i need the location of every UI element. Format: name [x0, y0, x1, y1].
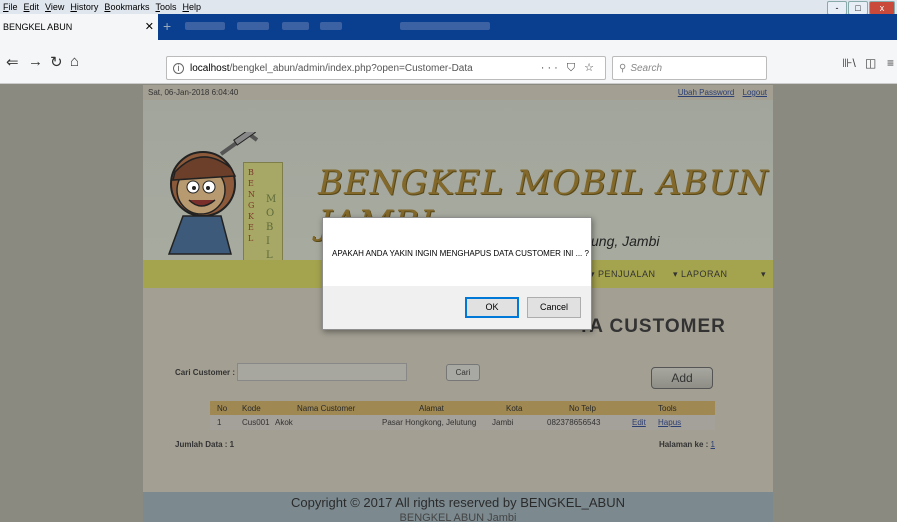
- menu-penjualan[interactable]: ▾ PENJUALAN: [590, 269, 656, 280]
- pagination: Halaman ke : 1: [659, 440, 715, 449]
- menu-history[interactable]: History: [70, 2, 98, 12]
- cell-kode: Cus001: [242, 418, 270, 427]
- menu-bar: File Edit View History Bookmarks Tools H…: [0, 0, 897, 15]
- cell-kota: Jambi: [492, 418, 514, 427]
- menu-view[interactable]: View: [45, 2, 64, 12]
- menu-file[interactable]: File: [3, 2, 18, 12]
- search-input[interactable]: ⚲ Search: [612, 56, 767, 80]
- tab-strip: BENGKEL ABUN ✕ +: [0, 14, 897, 40]
- change-password-link[interactable]: Ubah Password: [678, 88, 734, 97]
- cancel-button[interactable]: Cancel: [527, 297, 581, 318]
- forward-icon[interactable]: →: [28, 53, 43, 70]
- background-tab[interactable]: [185, 22, 225, 30]
- logout-link[interactable]: Logout: [743, 88, 767, 97]
- tab-title: BENGKEL ABUN: [3, 22, 73, 32]
- hamburger-menu-icon[interactable]: ≡: [887, 56, 894, 70]
- window-controls: - □ x: [827, 1, 895, 15]
- search-label: Cari Customer :: [175, 367, 236, 377]
- url-bar[interactable]: i localhost/bengkel_abun/admin/index.php…: [166, 56, 606, 80]
- table-row: 1 Cus001 Akok Pasar Hongkong, Jelutung J…: [210, 415, 715, 430]
- top-links: Ubah Password Logout: [672, 88, 767, 97]
- menu-laporan[interactable]: ▾ LAPORAN: [673, 269, 728, 280]
- logo-card-letters: BENGKEL: [248, 168, 255, 243]
- tab-bengkel-abun[interactable]: BENGKEL ABUN ✕: [0, 14, 158, 40]
- header-tools: Tools: [658, 403, 677, 413]
- page-actions-icon[interactable]: ··· ⛉ ☆: [541, 61, 597, 75]
- library-icon[interactable]: ⊪\: [842, 56, 856, 70]
- dialog-message: APAKAH ANDA YAKIN INGIN MENGHAPUS DATA C…: [332, 249, 589, 258]
- site-footer: Copyright © 2017 All rights reserved by …: [143, 492, 773, 522]
- footer-line2: BENGKEL ABUN Jambi: [399, 512, 517, 522]
- sidebar-icon[interactable]: ◫: [865, 56, 876, 70]
- close-window-button[interactable]: x: [869, 1, 895, 15]
- back-icon[interactable]: ⇐: [6, 53, 19, 71]
- new-tab-button[interactable]: +: [163, 18, 171, 34]
- confirm-dialog: APAKAH ANDA YAKIN INGIN MENGHAPUS DATA C…: [322, 217, 592, 330]
- edit-link[interactable]: Edit: [632, 418, 646, 427]
- background-tab[interactable]: [237, 22, 269, 30]
- customer-search-input[interactable]: [237, 363, 408, 381]
- cari-button[interactable]: Cari: [446, 364, 480, 381]
- navigation-toolbar: ⇐ → ↻ ⌂ i localhost/bengkel_abun/admin/i…: [0, 40, 897, 84]
- cell-nama: Akok: [275, 418, 293, 427]
- reload-icon[interactable]: ↻: [50, 53, 63, 71]
- table-header: No Kode Nama Customer Alamat Kota No Tel…: [210, 401, 715, 415]
- add-button[interactable]: Add: [651, 367, 713, 389]
- hapus-link[interactable]: Hapus: [658, 418, 681, 427]
- site-subtitle: ung, Jambi: [591, 233, 660, 249]
- cell-telp: 082378656543: [547, 418, 601, 427]
- maximize-button[interactable]: □: [848, 1, 868, 15]
- url-host: localhost: [190, 62, 230, 74]
- info-icon[interactable]: i: [173, 62, 184, 74]
- dialog-message-area: APAKAH ANDA YAKIN INGIN MENGHAPUS DATA C…: [323, 218, 591, 286]
- header-alamat: Alamat: [419, 403, 444, 413]
- customer-search-row: Cari Customer :: [175, 363, 408, 381]
- cell-tools: Edit Hapus: [632, 418, 714, 427]
- menu-edit[interactable]: Edit: [24, 2, 40, 12]
- menu-bookmarks[interactable]: Bookmarks: [104, 2, 149, 12]
- footer-copyright: Copyright © 2017 All rights reserved by …: [290, 495, 625, 510]
- header-kota: Kota: [506, 403, 523, 413]
- home-icon[interactable]: ⌂: [70, 53, 79, 70]
- search-placeholder: Search: [630, 62, 663, 74]
- header-kode: Kode: [242, 403, 261, 413]
- header-no: No: [217, 403, 228, 413]
- tab-close-icon[interactable]: ✕: [145, 20, 154, 33]
- halaman-label: Halaman ke :: [658, 440, 709, 449]
- background-tab[interactable]: [320, 22, 342, 30]
- search-icon: ⚲: [619, 62, 627, 74]
- page-title: TA CUSTOMER: [578, 316, 726, 337]
- cell-alamat: Pasar Hongkong, Jelutung: [382, 418, 477, 427]
- header-nama: Nama Customer: [297, 403, 356, 413]
- cell-no: 1: [217, 418, 222, 427]
- customer-table: No Kode Nama Customer Alamat Kota No Tel…: [210, 401, 715, 430]
- menu-more[interactable]: ▾: [761, 269, 766, 280]
- ok-button[interactable]: OK: [465, 297, 519, 318]
- datetime-text: Sat, 06-Jan-2018 6:04:40: [148, 88, 239, 97]
- page-link[interactable]: 1: [711, 440, 715, 449]
- menu-tools[interactable]: Tools: [155, 2, 176, 12]
- menu-help[interactable]: Help: [182, 2, 201, 12]
- header-telp: No Telp: [569, 403, 596, 413]
- background-tab[interactable]: [282, 22, 309, 30]
- url-path: /bengkel_abun/admin/index.php?open=Custo…: [229, 62, 473, 74]
- background-tab[interactable]: [400, 22, 490, 30]
- logo-card: BENGKELMOBILABUN: [243, 162, 283, 317]
- minimize-button[interactable]: -: [827, 1, 847, 15]
- jumlah-data: Jumlah Data : 1: [175, 440, 235, 449]
